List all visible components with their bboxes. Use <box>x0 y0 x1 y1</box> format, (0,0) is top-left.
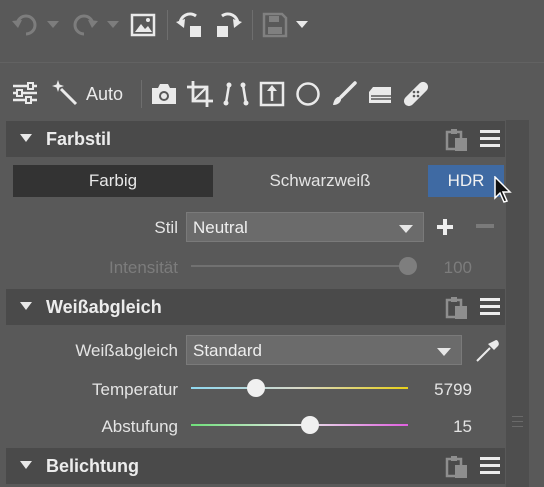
temperatur-slider-knob[interactable] <box>247 379 266 397</box>
image-icon[interactable] <box>128 10 158 40</box>
collapse-icon[interactable] <box>20 302 32 310</box>
magic-wand-icon[interactable] <box>50 79 80 107</box>
toolbar-divider <box>141 80 142 108</box>
mode-farbig-button[interactable]: Farbig <box>13 165 213 197</box>
brush-icon[interactable] <box>329 80 359 108</box>
intensitaet-slider-track[interactable] <box>191 265 408 267</box>
scrollbar-grip <box>512 416 523 417</box>
add-style-icon[interactable] <box>436 218 454 236</box>
rotate-left-icon[interactable] <box>176 10 206 40</box>
save-icon[interactable] <box>260 10 290 40</box>
undo-dropdown-icon[interactable] <box>46 18 60 32</box>
rotate-right-icon[interactable] <box>212 10 242 40</box>
abstufung-value[interactable]: 15 <box>420 417 472 437</box>
clipboard-icon[interactable] <box>444 455 468 479</box>
chevron-down-icon <box>399 225 413 233</box>
redo-icon[interactable] <box>70 12 100 38</box>
temperatur-label: Temperatur <box>92 380 178 399</box>
toolbar-divider <box>252 10 253 40</box>
temperatur-value[interactable]: 5799 <box>420 380 472 400</box>
scrollbar-grip <box>512 421 523 422</box>
weissabgleich-title: Weißabgleich <box>46 297 162 317</box>
toolbar-divider <box>167 10 168 40</box>
abstufung-label: Abstufung <box>101 417 178 436</box>
collapse-icon[interactable] <box>20 461 32 469</box>
circle-icon[interactable] <box>293 80 323 108</box>
mode-hdr-button[interactable]: HDR <box>428 165 504 197</box>
weissabgleich-select[interactable]: Standard <box>186 335 462 365</box>
eyedropper-icon[interactable] <box>474 338 500 364</box>
belichtung-header[interactable]: Belichtung <box>6 448 505 484</box>
clipboard-icon[interactable] <box>444 128 468 152</box>
stil-value: Neutral <box>193 218 248 237</box>
temperatur-slider-track[interactable] <box>191 387 408 389</box>
bandage-icon[interactable] <box>401 80 431 108</box>
save-dropdown-icon[interactable] <box>294 18 310 32</box>
stil-label: Stil <box>154 218 178 237</box>
clipboard-icon[interactable] <box>444 296 468 320</box>
weissabgleich-header[interactable]: Weißabgleich <box>6 289 505 325</box>
weissabgleich-label: Weißabgleich <box>75 341 178 360</box>
undo-icon[interactable] <box>10 12 40 38</box>
abstufung-slider-knob[interactable] <box>301 416 320 434</box>
belichtung-title: Belichtung <box>46 456 139 476</box>
menu-icon[interactable] <box>480 298 500 316</box>
scrollbar-grip <box>512 426 523 427</box>
intensitaet-value[interactable]: 100 <box>420 258 472 278</box>
weissabgleich-value: Standard <box>193 341 262 360</box>
intensitaet-slider-knob[interactable] <box>399 257 417 275</box>
redo-dropdown-icon[interactable] <box>106 18 120 32</box>
collapse-icon[interactable] <box>20 134 32 142</box>
intensitaet-label: Intensität <box>109 258 178 277</box>
auto-button[interactable]: Auto <box>86 84 123 105</box>
remove-style-icon[interactable] <box>476 224 494 228</box>
crop-icon[interactable] <box>185 80 215 108</box>
menu-icon[interactable] <box>480 130 500 148</box>
mouse-cursor-icon <box>494 176 512 204</box>
straighten-icon[interactable] <box>257 80 287 108</box>
eraser-icon[interactable] <box>365 80 395 108</box>
toolbar-separator <box>0 62 544 63</box>
perspective-icon[interactable] <box>221 80 251 108</box>
camera-icon[interactable] <box>149 80 179 108</box>
farbstil-title: Farbstil <box>46 129 112 149</box>
sliders-icon[interactable] <box>10 79 40 107</box>
farbstil-header[interactable]: Farbstil <box>6 121 505 157</box>
abstufung-slider-track[interactable] <box>191 424 408 426</box>
mode-schwarzweiss-button[interactable]: Schwarzweiß <box>213 165 427 197</box>
menu-icon[interactable] <box>480 457 500 475</box>
stil-select[interactable]: Neutral <box>186 212 424 242</box>
chevron-down-icon <box>437 348 451 356</box>
